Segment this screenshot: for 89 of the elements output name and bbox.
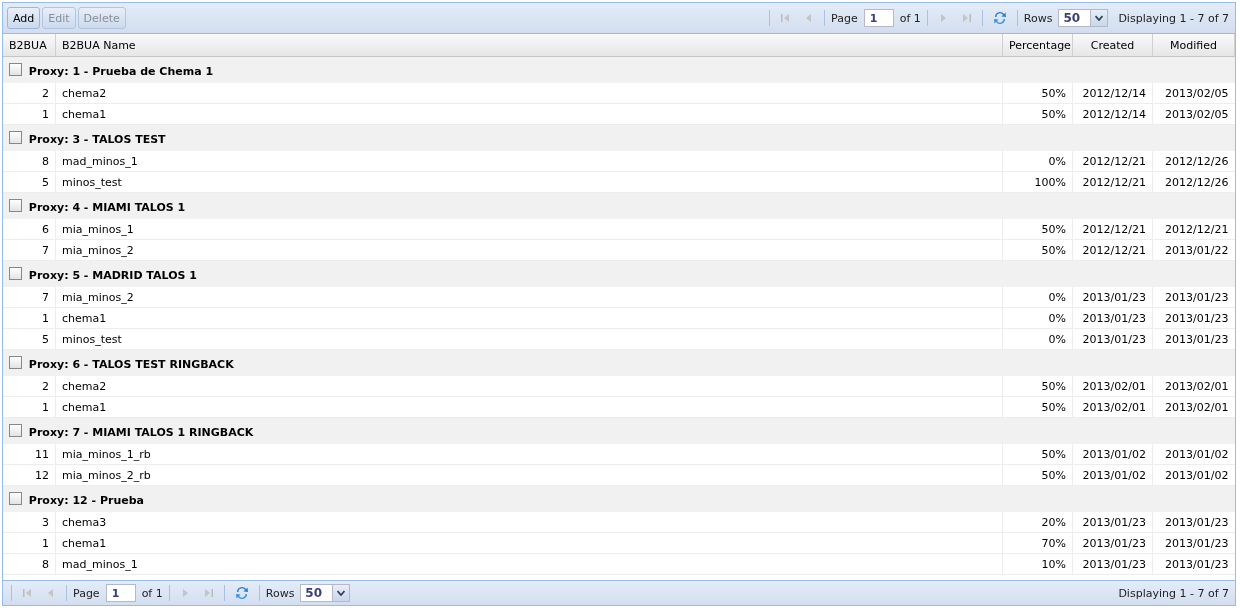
table-cell: 8 — [3, 553, 56, 575]
display-info: Displaying 1 - 7 of 7 — [1118, 586, 1229, 600]
table-cell: mia_minos_2 — [55, 239, 1003, 261]
table-cell: 2 — [3, 376, 56, 397]
table-cell: 1 — [3, 103, 56, 125]
table-cell: 50% — [1002, 376, 1073, 397]
toolbar-button[interactable]: Add — [7, 7, 41, 29]
table-cell: mia_minos_1_rb — [55, 444, 1003, 465]
page-label: Page — [831, 11, 858, 25]
table-cell: 50% — [1002, 83, 1073, 104]
column-header[interactable]: Modified — [1152, 34, 1235, 57]
group-title: Proxy: 3 - TALOS TEST — [28, 132, 166, 146]
table-cell: chema2 — [55, 83, 1003, 104]
column-header[interactable]: B2BUA — [3, 34, 56, 57]
column-header[interactable]: Percentage — [1002, 34, 1073, 57]
checkbox[interactable] — [9, 198, 22, 212]
table-cell: mia_minos_2 — [55, 287, 1003, 308]
table-cell: 1 — [3, 396, 56, 418]
rows-select[interactable]: 50 — [1058, 9, 1109, 27]
table-cell: 2013/01/23 — [1152, 287, 1235, 308]
table-cell: 5 — [3, 171, 56, 193]
table-cell: minos_test — [55, 171, 1003, 193]
table-cell: 7 — [3, 239, 56, 261]
table-cell: 2013/01/02 — [1072, 444, 1153, 465]
page-count: of 1 — [141, 586, 163, 600]
table-cell: 2013/01/23 — [1072, 287, 1153, 308]
refresh-icon[interactable] — [233, 585, 250, 601]
table-cell: 0% — [1002, 151, 1073, 172]
rows-label: Rows — [1023, 11, 1053, 25]
table-cell: 2012/12/26 — [1152, 151, 1235, 172]
table-cell: chema1 — [55, 103, 1003, 125]
table-cell: 2012/12/21 — [1072, 219, 1153, 240]
table-cell: 0% — [1002, 287, 1073, 308]
table-cell: 50% — [1002, 444, 1073, 465]
group-title: Proxy: 1 - Prueba de Chema 1 — [28, 64, 214, 78]
checkbox[interactable] — [9, 423, 22, 437]
page-label: Page — [73, 586, 100, 600]
table-cell: 50% — [1002, 219, 1073, 240]
table-cell: chema2 — [55, 376, 1003, 397]
display-info: Displaying 1 - 7 of 7 — [1118, 11, 1229, 25]
table-cell: 6 — [3, 219, 56, 240]
column-header[interactable]: B2BUA Name — [55, 34, 1003, 57]
checkbox[interactable] — [9, 355, 22, 369]
caret-icon — [1095, 15, 1104, 21]
checkbox[interactable] — [9, 130, 22, 144]
group-title: Proxy: 5 - MADRID TALOS 1 — [28, 268, 197, 282]
table-cell: 1 — [3, 532, 56, 554]
table-cell: 2013/02/01 — [1152, 376, 1235, 397]
table-cell: 11 — [3, 444, 56, 465]
table-cell: 5 — [3, 328, 56, 350]
column-header[interactable]: Created — [1072, 34, 1153, 57]
table-cell: 20% — [1002, 512, 1073, 533]
table-cell: mia_minos_2_rb — [55, 464, 1003, 486]
table-cell: 2012/12/14 — [1072, 83, 1153, 104]
checkbox[interactable] — [9, 62, 22, 76]
table-cell: 2013/02/05 — [1152, 83, 1235, 104]
table-cell: 7 — [3, 287, 56, 308]
rows-select[interactable]: 50 — [300, 584, 351, 602]
table-cell: minos_test — [55, 328, 1003, 350]
table-cell: 8 — [3, 151, 56, 172]
table-cell: mad_minos_1 — [55, 151, 1003, 172]
checkbox[interactable] — [9, 491, 22, 505]
table-cell: mad_minos_1 — [55, 553, 1003, 575]
table-cell: 1 — [3, 307, 56, 329]
caret-icon — [337, 590, 346, 596]
table-cell: 3 — [3, 512, 56, 533]
table-cell: 2012/12/21 — [1152, 219, 1235, 240]
page-field[interactable]: 1 — [863, 9, 894, 27]
refresh-icon[interactable] — [991, 10, 1008, 26]
table-cell: chema3 — [55, 512, 1003, 533]
table-cell: chema1 — [55, 307, 1003, 329]
table-cell: chema1 — [55, 396, 1003, 418]
table-cell: 2013/02/01 — [1072, 376, 1153, 397]
checkbox[interactable] — [9, 266, 22, 280]
table-cell: 2012/12/21 — [1072, 151, 1153, 172]
page-field[interactable]: 1 — [105, 584, 136, 602]
table-cell: 2013/01/02 — [1152, 444, 1235, 465]
group-title: Proxy: 12 - Prueba — [28, 493, 144, 507]
table-cell: 2013/01/23 — [1072, 512, 1153, 533]
group-title: Proxy: 6 - TALOS TEST RINGBACK — [28, 357, 234, 371]
table-cell: mia_minos_1 — [55, 219, 1003, 240]
table-cell: chema1 — [55, 532, 1003, 554]
table-cell: 2 — [3, 83, 56, 104]
table-cell: 2013/01/23 — [1152, 512, 1235, 533]
page-count: of 1 — [899, 11, 921, 25]
table-cell: 12 — [3, 464, 56, 486]
rows-label: Rows — [265, 586, 295, 600]
group-title: Proxy: 4 - MIAMI TALOS 1 — [28, 200, 186, 214]
group-title: Proxy: 7 - MIAMI TALOS 1 RINGBACK — [28, 425, 254, 439]
